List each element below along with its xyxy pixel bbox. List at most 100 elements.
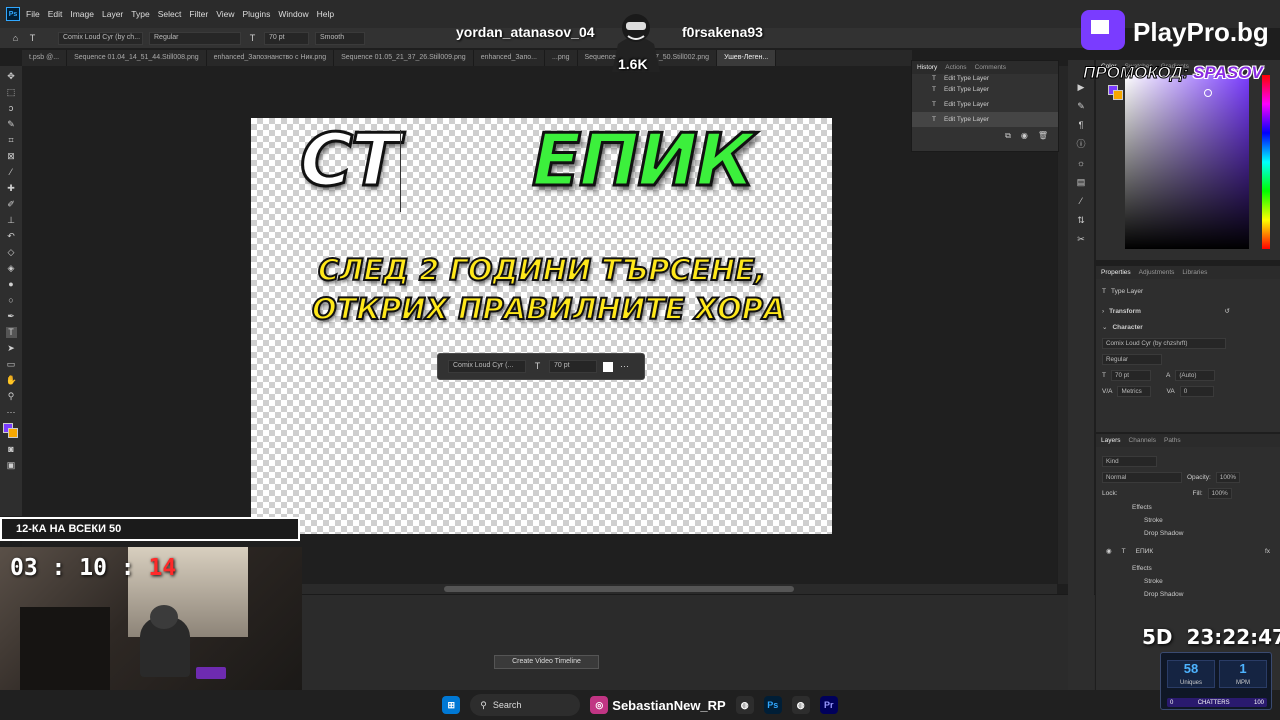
history-item[interactable]: T Edit Type Layer bbox=[912, 97, 1058, 112]
layer-effect-row[interactable]: Stroke bbox=[1096, 575, 1280, 588]
dodge-tool-icon[interactable]: ○ bbox=[6, 295, 17, 306]
history-brush-icon[interactable]: ↶ bbox=[6, 231, 17, 242]
color-picker-handle[interactable] bbox=[1204, 89, 1212, 97]
type-tool-icon[interactable]: T bbox=[5, 327, 17, 338]
layer-effect-row[interactable]: Drop Shadow bbox=[1096, 588, 1280, 601]
history-item[interactable]: T Edit Type Layer bbox=[912, 82, 1058, 97]
photoshop-taskbar-icon[interactable]: Ps bbox=[763, 696, 782, 714]
premiere-icon[interactable]: Pr bbox=[819, 696, 838, 714]
brush-icon[interactable]: ⁄ bbox=[1076, 196, 1087, 207]
canvas-text-ct[interactable]: СТ bbox=[299, 117, 402, 204]
doc-tab[interactable]: t.psb @... bbox=[22, 50, 68, 66]
align-icon[interactable]: ⇅ bbox=[1076, 215, 1087, 226]
doc-tab[interactable]: enhanced_Запо... bbox=[474, 50, 545, 66]
background-color[interactable] bbox=[1113, 90, 1123, 100]
layer-effect-row[interactable]: Effects bbox=[1096, 562, 1280, 575]
hue-slider[interactable] bbox=[1262, 75, 1270, 249]
char-leading-field[interactable]: (Auto) bbox=[1175, 369, 1216, 381]
menu-plugins[interactable]: Plugins bbox=[242, 9, 270, 19]
tab-libraries[interactable]: Libraries bbox=[1182, 269, 1207, 276]
layer-row[interactable]: ◉ T ЕПИК fx bbox=[1096, 540, 1280, 562]
reset-icon[interactable]: ↺ bbox=[1225, 307, 1230, 315]
brush-tool-icon[interactable]: ✐ bbox=[6, 199, 17, 210]
canvas-text-line-1[interactable]: СЛЕД 2 ГОДИНИ ТЪРСЕНЕ, bbox=[317, 252, 767, 288]
vertical-scrollbar[interactable] bbox=[1058, 66, 1068, 584]
marquee-tool-icon[interactable]: ⬚ bbox=[6, 87, 17, 98]
trash-icon[interactable]: 🗑 bbox=[1038, 131, 1048, 141]
taskbar-search[interactable]: ⚲ Search bbox=[470, 694, 581, 716]
tab-paths[interactable]: Paths bbox=[1164, 437, 1181, 444]
doc-tab[interactable]: Sequence 01.04_14_51_44.Still008.png bbox=[67, 50, 207, 66]
history-item[interactable]: T Edit Type Layer bbox=[912, 74, 1058, 82]
char-size-field[interactable]: 70 pt bbox=[1110, 369, 1151, 381]
tab-comments[interactable]: Comments bbox=[975, 64, 1006, 71]
hand-tool-icon[interactable]: ✋ bbox=[6, 375, 17, 386]
doc-tab[interactable]: ...png bbox=[545, 50, 578, 66]
type-tool-icon[interactable]: T bbox=[27, 33, 38, 44]
menu-window[interactable]: Window bbox=[278, 9, 308, 19]
font-style-select[interactable]: Regular bbox=[149, 31, 241, 45]
eyedropper-icon[interactable]: ⁄ bbox=[6, 167, 17, 178]
quick-mask-icon[interactable]: ◙ bbox=[6, 444, 17, 455]
paragraph-icon[interactable]: ¶ bbox=[1076, 120, 1087, 131]
menu-filter[interactable]: Filter bbox=[189, 9, 208, 19]
new-document-icon[interactable]: ⧉ bbox=[1005, 131, 1011, 141]
color-picker-field[interactable] bbox=[1125, 75, 1249, 249]
layer-effect-row[interactable]: Effects bbox=[1096, 501, 1280, 514]
menu-image[interactable]: Image bbox=[70, 9, 94, 19]
menu-select[interactable]: Select bbox=[158, 9, 182, 19]
stamp-tool-icon[interactable]: ⊥ bbox=[6, 215, 17, 226]
menu-edit[interactable]: Edit bbox=[48, 9, 63, 19]
play-icon[interactable]: ▶ bbox=[1076, 82, 1087, 93]
pen-tool-icon[interactable]: ✒ bbox=[6, 311, 17, 322]
crop-tool-icon[interactable]: ⌗ bbox=[6, 135, 17, 146]
char-tracking-field[interactable]: 0 bbox=[1179, 385, 1214, 397]
doc-tab[interactable]: Sequence 01.05_21_37_26.Still009.png bbox=[334, 50, 474, 66]
character-heading[interactable]: Character bbox=[1112, 324, 1142, 331]
opacity-field[interactable]: 100% bbox=[1215, 471, 1240, 483]
layer-effect-row[interactable]: Stroke bbox=[1096, 514, 1280, 527]
blur-tool-icon[interactable]: ● bbox=[6, 279, 17, 290]
layer-effect-row[interactable]: Drop Shadow bbox=[1096, 527, 1280, 540]
char-font-select[interactable]: Comix Loud Cyr (by chzshrft) bbox=[1102, 337, 1226, 349]
tab-properties[interactable]: Properties bbox=[1101, 269, 1131, 276]
brush-settings-icon[interactable]: ✎ bbox=[1076, 101, 1087, 112]
char-style-select[interactable]: Regular bbox=[1102, 353, 1162, 365]
frame-tool-icon[interactable]: ⊠ bbox=[6, 151, 17, 162]
menu-layer[interactable]: Layer bbox=[102, 9, 123, 19]
path-select-icon[interactable]: ➤ bbox=[6, 343, 17, 354]
screen-mode-icon[interactable]: ▣ bbox=[6, 460, 17, 471]
color-swatches[interactable] bbox=[3, 423, 19, 439]
tab-channels[interactable]: Channels bbox=[1129, 437, 1156, 444]
tab-adjustments[interactable]: Adjustments bbox=[1139, 269, 1175, 276]
shape-tool-icon[interactable]: ▭ bbox=[6, 359, 17, 370]
menu-file[interactable]: File bbox=[26, 9, 40, 19]
tab-actions[interactable]: Actions bbox=[945, 64, 966, 71]
menu-type[interactable]: Type bbox=[131, 9, 149, 19]
more-tools-icon[interactable]: ⋯ bbox=[6, 407, 17, 418]
create-video-timeline-button[interactable]: Create Video Timeline bbox=[494, 655, 599, 669]
tab-history[interactable]: History bbox=[917, 64, 937, 71]
font-family-select[interactable]: Comix Loud Cyr (by ch... bbox=[58, 31, 143, 45]
home-icon[interactable]: ⌂ bbox=[10, 33, 21, 44]
snapshot-icon[interactable]: ◉ bbox=[1021, 131, 1028, 141]
windows-start-icon[interactable]: ⊞ bbox=[442, 696, 461, 714]
transform-heading[interactable]: Transform bbox=[1109, 308, 1141, 315]
sun-icon[interactable]: ☼ bbox=[1076, 158, 1087, 169]
menu-help[interactable]: Help bbox=[317, 9, 334, 19]
chrome-icon[interactable]: ◍ bbox=[735, 696, 754, 714]
ctx-size-select[interactable]: 70 pt bbox=[549, 360, 597, 373]
scrollbar-thumb[interactable] bbox=[444, 586, 794, 592]
ctx-font-select[interactable]: Comix Loud Cyr (... bbox=[448, 360, 526, 373]
paint-bucket-icon[interactable]: ◈ bbox=[6, 263, 17, 274]
char-kerning-field[interactable]: Metrics bbox=[1117, 385, 1152, 397]
tab-layers[interactable]: Layers bbox=[1101, 437, 1121, 444]
history-item-selected[interactable]: T Edit Type Layer bbox=[912, 112, 1058, 127]
blend-mode-select[interactable]: Normal bbox=[1102, 471, 1182, 483]
healing-brush-icon[interactable]: ✚ bbox=[6, 183, 17, 194]
menu-view[interactable]: View bbox=[216, 9, 234, 19]
tools-icon[interactable]: ✂ bbox=[1076, 234, 1087, 245]
libraries-icon[interactable]: ▤ bbox=[1076, 177, 1087, 188]
chrome-icon[interactable]: ◍ bbox=[791, 696, 810, 714]
canvas-text-line-2[interactable]: ОТКРИХ ПРАВИЛНИТЕ ХОРА bbox=[311, 291, 786, 327]
